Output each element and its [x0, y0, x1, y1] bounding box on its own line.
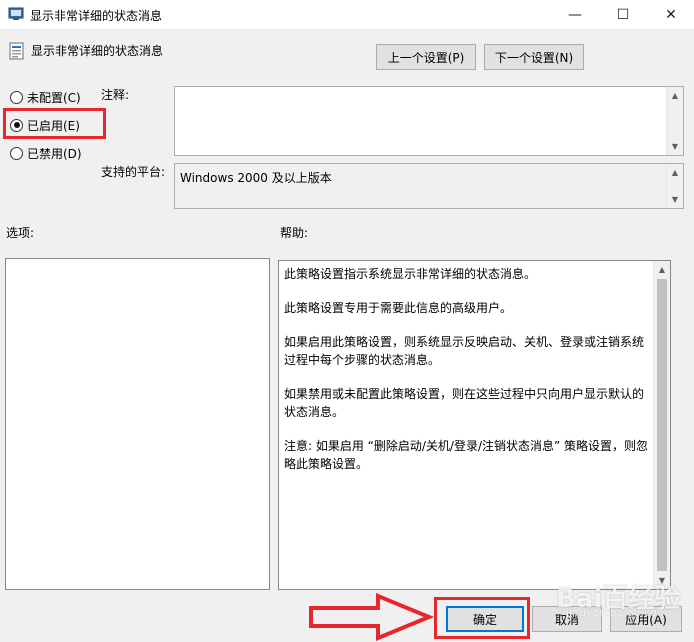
setting-title: 显示非常详细的状态消息 [31, 44, 164, 58]
next-setting-button[interactable]: 下一个设置(N) [484, 44, 584, 70]
scroll-thumb[interactable] [657, 279, 667, 571]
comment-scrollbar[interactable]: ▲ ▼ [666, 87, 683, 155]
comment-textarea[interactable]: ▲ ▼ [174, 86, 684, 156]
radio-label: 未配置(C) [27, 90, 81, 105]
previous-setting-button[interactable]: 上一个设置(P) [376, 44, 476, 70]
platform-field: Windows 2000 及以上版本 ▲ ▼ [174, 163, 684, 209]
scroll-down-icon[interactable]: ▼ [667, 191, 683, 208]
scroll-down-icon[interactable]: ▼ [667, 138, 683, 155]
platform-label: 支持的平台: [101, 165, 166, 179]
red-arrow-annotation [309, 593, 434, 641]
minimize-button[interactable]: — [552, 0, 598, 30]
radio-not-configured[interactable]: 未配置(C) [10, 88, 81, 106]
scroll-up-icon[interactable]: ▲ [654, 261, 670, 278]
scroll-up-icon[interactable]: ▲ [667, 164, 683, 181]
help-paragraph: 如果禁用或未配置此策略设置，则在这些过程中只向用户显示默认的状态消息。 [284, 387, 645, 419]
radio-label: 已禁用(D) [27, 146, 82, 161]
help-paragraph: 此策略设置专用于需要此信息的高级用户。 [284, 301, 513, 315]
help-scrollbar[interactable]: ▲ ▼ [653, 261, 670, 589]
title-bar: 显示非常详细的状态消息 — ☐ ✕ [0, 0, 694, 30]
platform-value: Windows 2000 及以上版本 [180, 171, 332, 185]
policy-window-icon [8, 7, 24, 20]
window-title: 显示非常详细的状态消息 [30, 9, 163, 23]
options-pane [5, 258, 270, 590]
ok-highlight-box [434, 597, 530, 639]
radio-button[interactable] [10, 146, 23, 160]
options-label: 选项: [6, 226, 35, 240]
help-label: 帮助: [280, 226, 309, 240]
maximize-button[interactable]: ☐ [600, 0, 646, 30]
help-paragraph: 此策略设置指示系统显示非常详细的状态消息。 [284, 267, 537, 281]
close-button[interactable]: ✕ [648, 0, 694, 30]
help-paragraph: 注意: 如果启用 “删除启动/关机/登录/注销状态消息” 策略设置，则忽略此策略… [284, 439, 649, 471]
help-paragraph: 如果启用此策略设置，则系统显示反映启动、关机、登录或注销系统过程中每个步骤的状态… [284, 335, 645, 367]
comment-label: 注释: [101, 88, 130, 102]
baidu-watermark-url: jingyan.baidu.com [566, 606, 668, 619]
enabled-highlight-box [3, 108, 106, 139]
radio-button[interactable] [10, 90, 23, 104]
policy-setting-icon [9, 42, 24, 60]
help-text: 此策略设置指示系统显示非常详细的状态消息。 此策略设置专用于需要此信息的高级用户… [284, 265, 652, 489]
scroll-up-icon[interactable]: ▲ [667, 87, 683, 104]
help-pane: 此策略设置指示系统显示非常详细的状态消息。 此策略设置专用于需要此信息的高级用户… [278, 260, 671, 590]
radio-disabled[interactable]: 已禁用(D) [10, 144, 82, 162]
platform-scrollbar[interactable]: ▲ ▼ [666, 164, 683, 208]
